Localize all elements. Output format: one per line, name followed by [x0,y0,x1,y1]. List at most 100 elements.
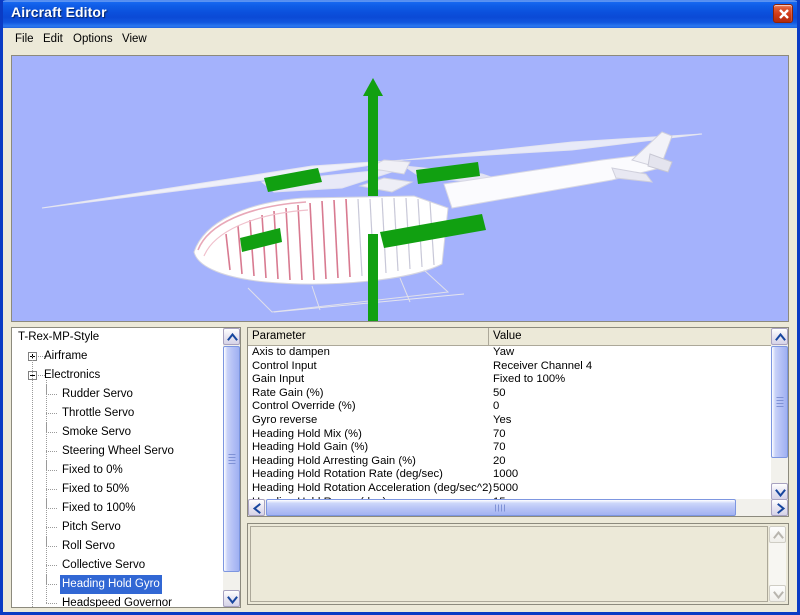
tree-item-rudder-servo[interactable]: Rudder Servo [12,385,224,404]
table-row[interactable]: Rate Gain (%) 50 [248,387,772,401]
tree-item-label: T-Rex-MP-Style [18,331,100,343]
table-row[interactable]: Heading Hold Mix (%) 70 [248,428,772,442]
parameter-name-cell: Heading Hold Arresting Gain (%) [252,454,416,467]
tree-connector [46,432,57,433]
description-scroll-up-button [769,526,786,543]
chevron-up-icon [227,332,238,341]
parameter-value-cell[interactable]: 20 [493,455,506,469]
description-scrollbar [769,526,786,602]
chevron-up-icon [773,530,784,539]
table-row[interactable]: Gain Input Fixed to 100% [248,373,772,387]
parameter-value-cell[interactable]: Receiver Channel 4 [493,360,592,374]
tree-connector [46,565,57,566]
parameter-value-cell[interactable]: 70 [493,428,506,442]
tree-scroll-thumb[interactable] [223,346,240,572]
tree-item-smoke-servo[interactable]: Smoke Servo [12,423,224,442]
table-row[interactable]: Heading Hold Gain (%) 70 [248,441,772,455]
tree-connector [46,413,57,414]
client-area: T-Rex-MP-Style Airframe Electronics Rudder … [3,49,797,612]
parameter-name-cell: Gyro reverse [252,413,318,426]
tree-item-label: Roll Servo [62,540,116,552]
list-horizontal-scrollbar[interactable] [248,499,788,516]
tree-item-electronics[interactable]: Electronics [12,366,224,385]
window-title: Aircraft Editor [11,4,107,20]
parameter-value-cell[interactable]: 1000 [493,468,518,482]
parameter-value-cell[interactable]: 0 [493,400,499,414]
list-vertical-scrollbar[interactable] [771,328,788,500]
parameter-name-cell: Gain Input [252,373,305,386]
tree-item-roll-servo[interactable]: Roll Servo [12,537,224,556]
parameter-value-cell[interactable]: 50 [493,387,506,401]
tree-item-headspeed-governor[interactable]: Headspeed Governor [12,594,224,607]
parameter-name-cell: Heading Hold Rotation Acceleration (deg/… [252,481,493,494]
tree-item-throttle-servo[interactable]: Throttle Servo [12,404,224,423]
list-scroll-thumb[interactable] [771,346,788,458]
list-hscroll-thumb[interactable] [266,499,736,516]
tree-connector [46,470,57,471]
tree-item-pitch-servo[interactable]: Pitch Servo [12,518,224,537]
tree-item-label: Fixed to 50% [62,483,130,495]
tree-connector [46,451,57,452]
tree-item-label: Pitch Servo [62,521,121,533]
tree-item-airframe[interactable]: Airframe [12,347,224,366]
tree-item-steering-wheel-servo[interactable]: Steering Wheel Servo [12,442,224,461]
list-scroll-down-button[interactable] [771,483,788,500]
model-viewport[interactable] [11,55,789,322]
tree-item-label: Collective Servo [62,559,146,571]
tree-item-collective-servo[interactable]: Collective Servo [12,556,224,575]
tree-item-t-rex-mp-style[interactable]: T-Rex-MP-Style [12,328,224,347]
tree-item-label: Headspeed Governor [62,597,172,607]
table-row[interactable]: Axis to dampen Yaw [248,346,772,360]
parameter-name-cell: Rate Gain (%) [252,386,324,399]
table-row[interactable]: Heading Hold Rotation Acceleration (deg/… [248,482,772,496]
description-text [250,526,768,602]
column-header-parameter[interactable]: Parameter [248,328,489,345]
parameter-list[interactable]: Parameter Value Axis to dampen Yaw Control… [247,327,789,517]
menu-item-options[interactable]: Options [67,31,119,47]
tree-connector [46,508,57,509]
table-row[interactable]: Gyro reverse Yes [248,414,772,428]
tree-item-fixed-to-0[interactable]: Fixed to 0% [12,461,224,480]
table-row[interactable]: Control Override (%) 0 [248,400,772,414]
menu-item-file[interactable]: File [9,31,40,47]
table-row[interactable]: Heading Hold Arresting Gain (%) 20 [248,455,772,469]
parameter-name-cell: Axis to dampen [252,346,330,358]
table-row[interactable]: Control Input Receiver Channel 4 [248,360,772,374]
parameter-value-cell[interactable]: Fixed to 100% [493,373,565,387]
parameter-value-cell[interactable]: 5000 [493,482,518,496]
list-scroll-right-button[interactable] [771,499,788,516]
tree-connector [46,527,57,528]
list-scroll-up-button[interactable] [771,328,788,345]
parameter-name-cell: Control Override (%) [252,400,356,413]
parameter-value-cell[interactable]: Yes [493,414,511,428]
title-bar[interactable]: Aircraft Editor [3,0,797,28]
chevron-up-icon [775,332,786,341]
tree-item-fixed-to-50[interactable]: Fixed to 50% [12,480,224,499]
tree-item-label: Airframe [44,350,88,362]
list-scroll-left-button[interactable] [248,499,265,516]
tree-scrollbar[interactable] [223,328,240,607]
parameter-value-cell[interactable]: 70 [493,441,506,455]
list-body: Axis to dampen Yaw Control Input Receiver C… [248,346,772,500]
menu-item-view[interactable]: View [116,31,153,47]
scroll-grip [495,504,506,511]
helicopter-wireframe-model [41,78,703,321]
component-tree[interactable]: T-Rex-MP-Style Airframe Electronics Rudder … [11,327,241,608]
list-header: Parameter Value [248,328,772,346]
tree-item-heading-hold-gyro[interactable]: Heading Hold Gyro [12,575,224,594]
description-scroll-down-button [769,585,786,602]
tree-scroll-up-button[interactable] [223,328,240,345]
column-header-value[interactable]: Value [489,328,772,345]
tree-connector [46,603,57,604]
scroll-grip [228,454,235,465]
table-row[interactable]: Heading Hold Rotation Rate (deg/sec) 1000 [248,468,772,482]
menu-bar: File Edit Options View [3,28,797,50]
tree-item-fixed-to-100[interactable]: Fixed to 100% [12,499,224,518]
close-button[interactable] [773,4,793,23]
parameter-value-cell[interactable]: Yaw [493,346,514,360]
parameter-name-cell: Heading Hold Gain (%) [252,441,369,454]
application-window: Aircraft Editor File Edit Options View T… [0,0,800,615]
tree-scroll-down-button[interactable] [223,590,240,607]
chevron-right-icon [777,503,786,514]
menu-item-edit[interactable]: Edit [37,31,69,47]
